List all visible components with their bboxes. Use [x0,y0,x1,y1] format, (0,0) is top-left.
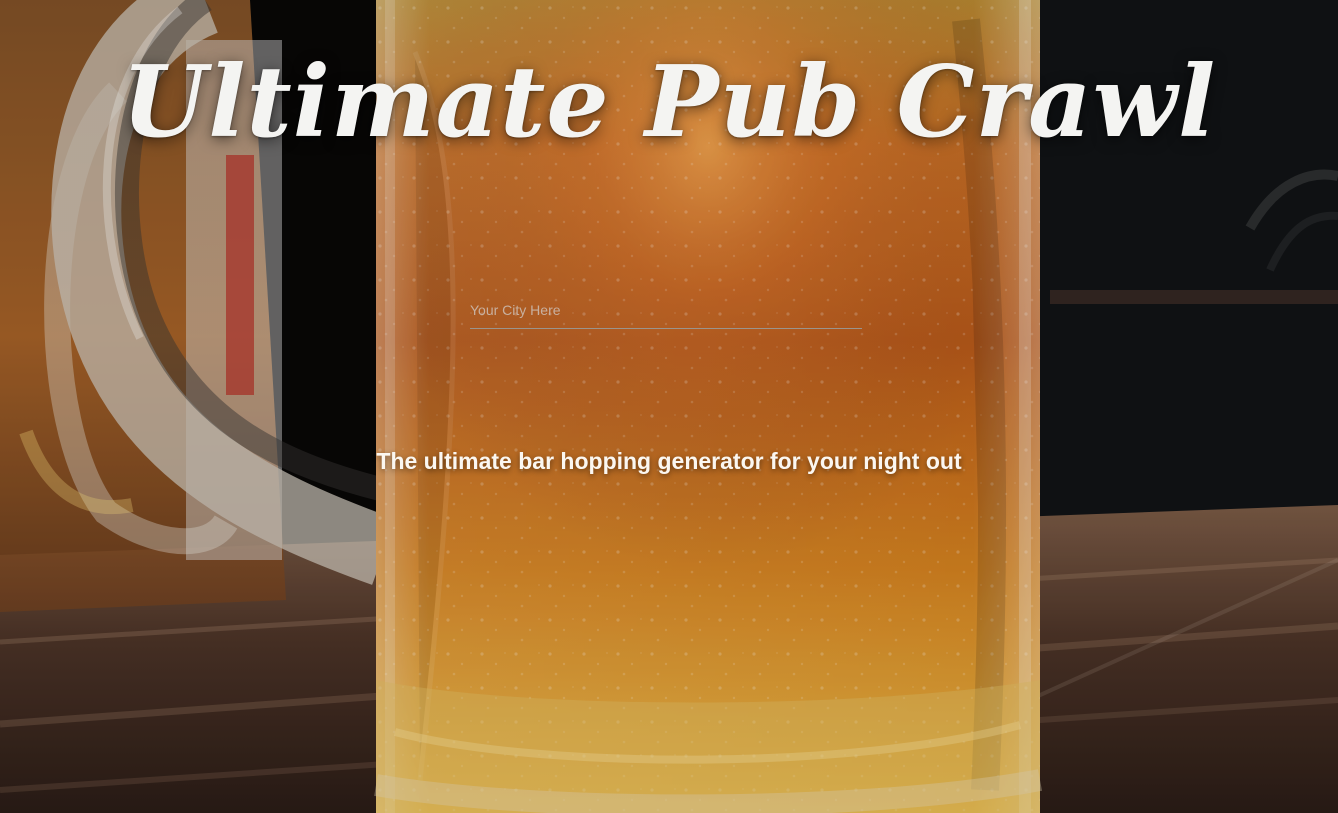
page-tagline: The ultimate bar hopping generator for y… [376,448,962,474]
city-search-form [470,292,862,330]
hero-content: Ultimate Pub Crawl The ultimate bar hopp… [0,0,1338,813]
page-title: Ultimate Pub Crawl [121,45,1217,160]
city-input[interactable] [470,292,862,329]
hero-section: Ultimate Pub Crawl The ultimate bar hopp… [0,0,1338,813]
